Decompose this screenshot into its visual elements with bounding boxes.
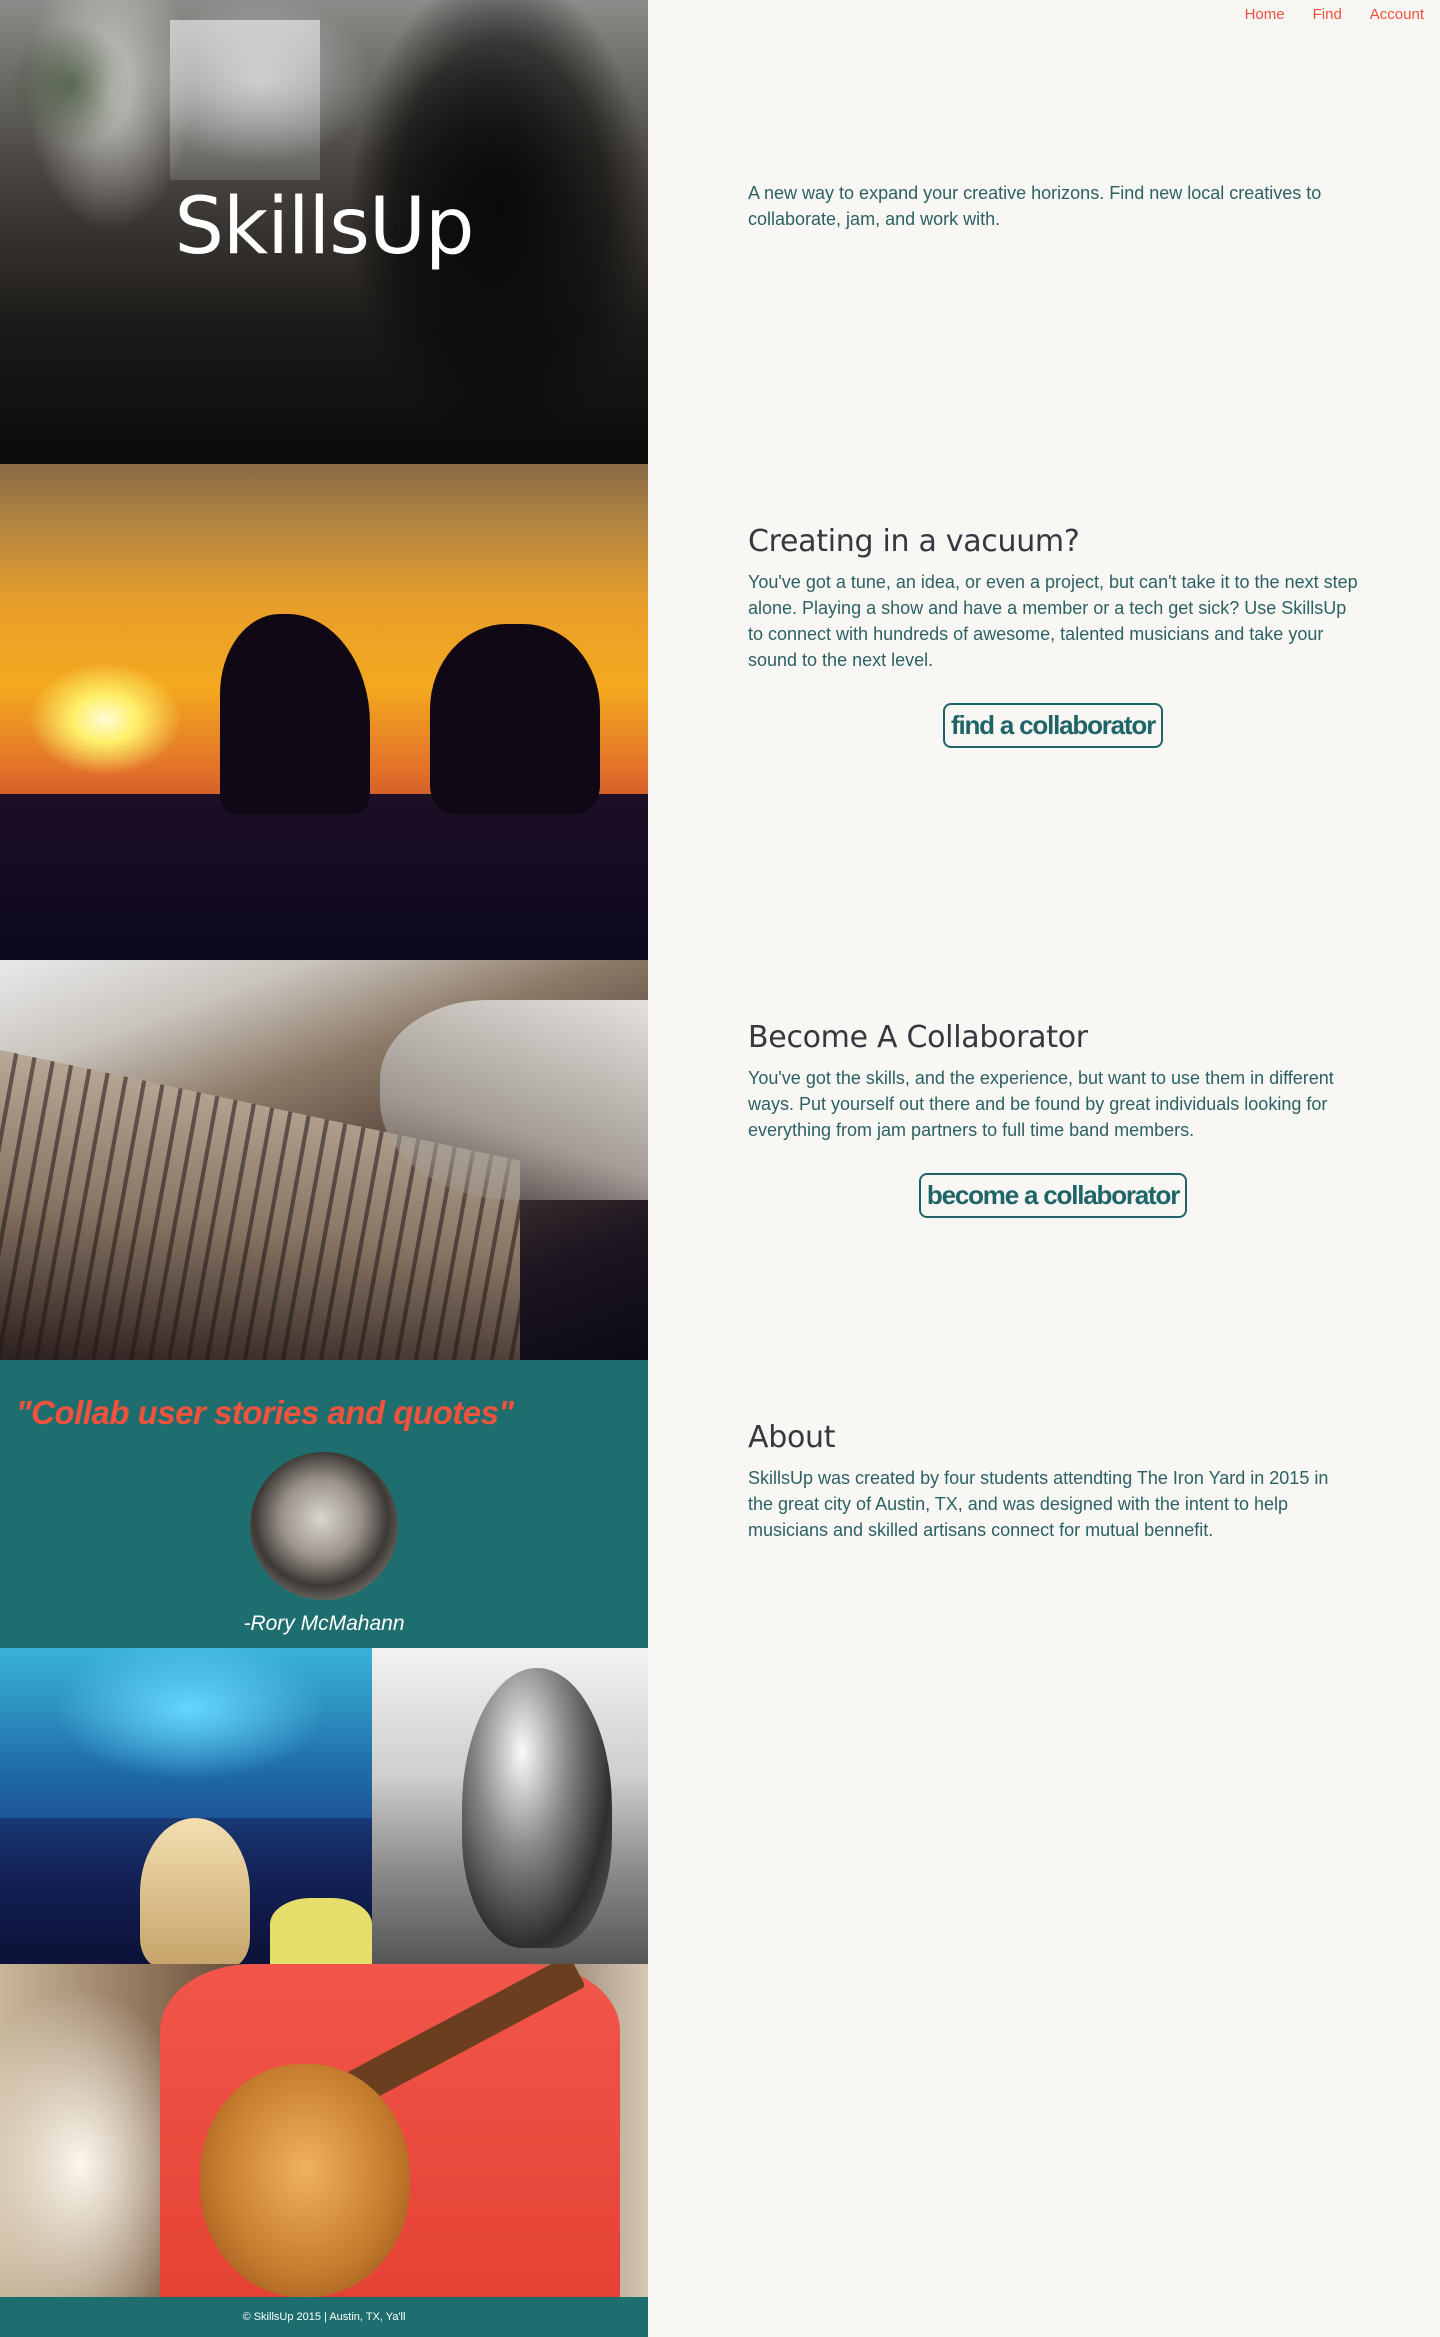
guitar-body	[200, 2064, 410, 2297]
nav-find-link[interactable]: Find	[1313, 6, 1342, 23]
hero-window	[170, 20, 320, 180]
nav-account-link[interactable]: Account	[1370, 6, 1424, 23]
section-become-collaborator: Become A Collaborator You've got the ski…	[748, 1020, 1358, 1218]
acoustic-guitar-image	[0, 1964, 648, 2297]
nav-home-link[interactable]: Home	[1245, 6, 1285, 23]
tuba-bell	[462, 1668, 612, 1948]
hero-plant	[10, 20, 130, 150]
top-nav: Home Find Account	[1245, 6, 1424, 23]
mixing-console-image	[0, 960, 648, 1360]
section-body: You've got a tune, an idea, or even a pr…	[748, 572, 1358, 670]
button-wrapper: find a collaborator	[748, 703, 1358, 748]
concert-yellow-shirt	[270, 1898, 372, 1964]
engineer-arm	[380, 1000, 648, 1200]
quote-author-avatar	[250, 1452, 398, 1600]
quote-text: "Collab user stories and quotes"	[16, 1394, 514, 1431]
section-heading: Become A Collaborator	[748, 1020, 1088, 1055]
button-wrapper: become a collaborator	[748, 1173, 1358, 1218]
footer-copyright: © SkillsUp 2015 | Austin, TX, Ya'll	[0, 2297, 648, 2337]
section-body: SkillsUp was created by four students at…	[748, 1468, 1329, 1540]
site-logo-title: SkillsUp	[174, 182, 475, 272]
concert-crowd-image	[0, 1648, 372, 1964]
sunset-person-left	[220, 614, 370, 814]
hero-guitarist-image: SkillsUp	[0, 0, 648, 464]
find-collaborator-button[interactable]: find a collaborator	[942, 703, 1163, 748]
hero-tagline: A new way to expand your creative horizo…	[748, 183, 1322, 229]
quote-panel: "Collab user stories and quotes" -Rory M…	[0, 1360, 648, 1648]
section-about: About SkillsUp was created by four stude…	[748, 1420, 1358, 1543]
become-collaborator-button[interactable]: become a collaborator	[918, 1173, 1188, 1218]
left-image-column: SkillsUp "Collab user stories and quotes…	[0, 0, 648, 2337]
quote-author: -Rory McMahann	[243, 1612, 405, 1635]
sunset-ground	[0, 794, 648, 960]
section-heading: About	[748, 1420, 836, 1455]
sunset-sun	[30, 664, 180, 774]
concert-blonde-head	[140, 1818, 250, 1964]
section-creating-in-vacuum: Creating in a vacuum? You've got a tune,…	[748, 524, 1358, 748]
sunset-musicians-image	[0, 464, 648, 960]
sunset-person-right	[430, 624, 600, 814]
section-body: You've got the skills, and the experienc…	[748, 1068, 1334, 1140]
tuba-player-image	[372, 1648, 648, 1964]
section-heading: Creating in a vacuum?	[748, 524, 1080, 559]
